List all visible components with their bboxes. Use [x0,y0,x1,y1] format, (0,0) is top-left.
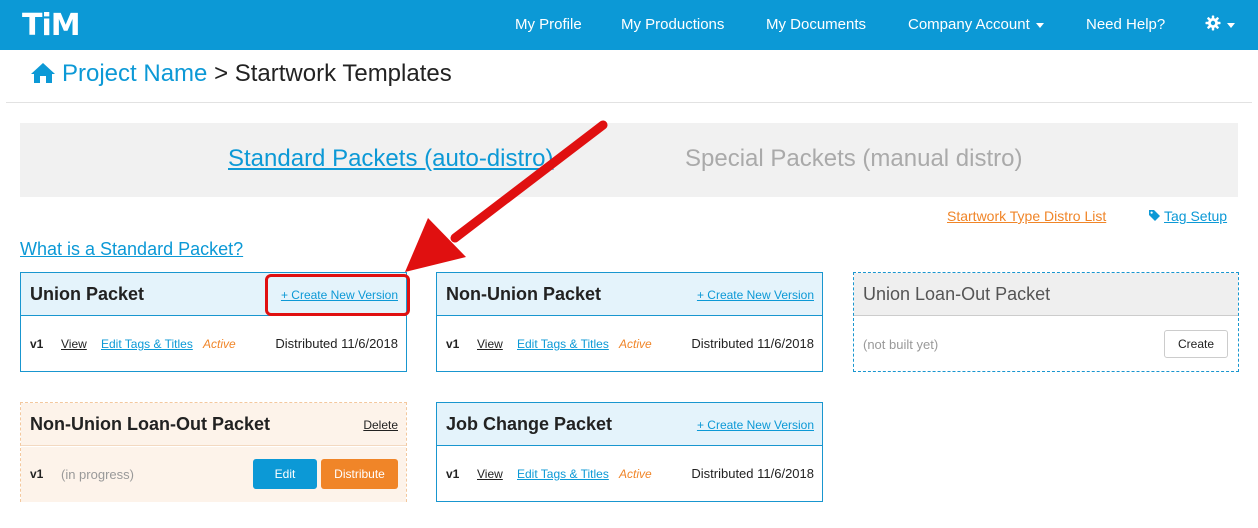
annotation-arrow-icon [405,120,608,272]
